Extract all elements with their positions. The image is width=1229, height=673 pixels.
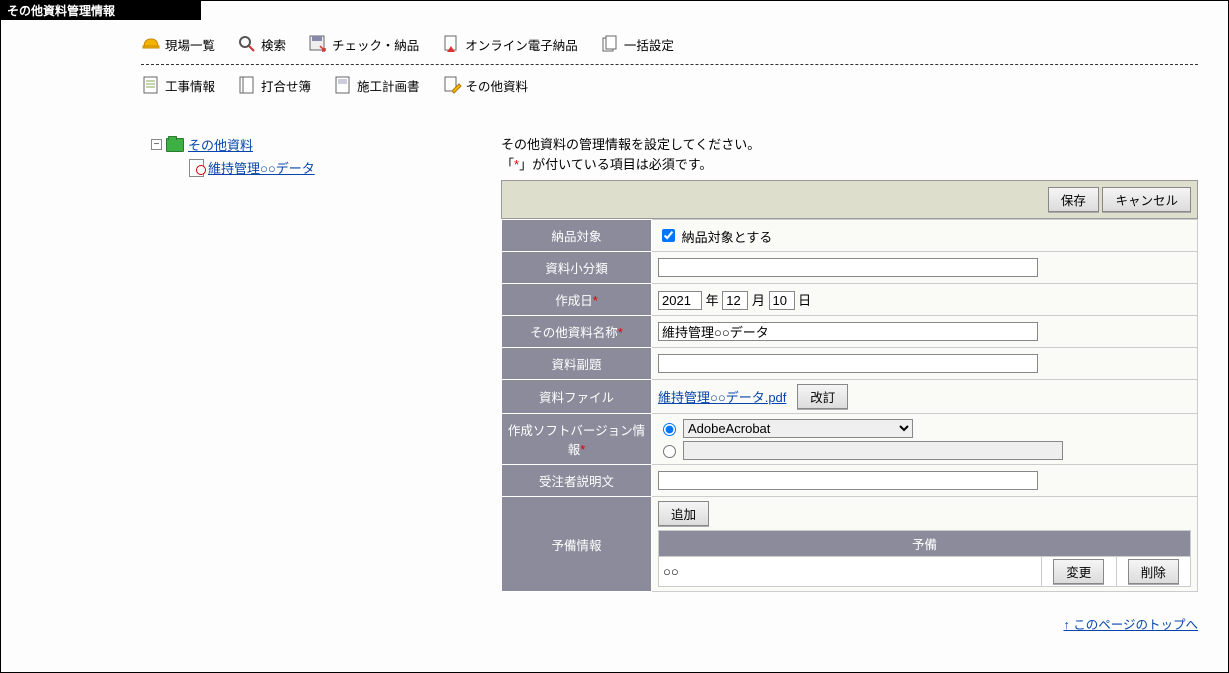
label-subtitle: 資料副題 — [502, 348, 652, 380]
sub-sekou-plan[interactable]: 施工計画書 — [333, 75, 420, 95]
divider — [141, 64, 1198, 65]
doc-pen-icon — [442, 75, 462, 95]
toolbar-online-delivery[interactable]: オンライン電子納品 — [441, 34, 578, 54]
radio-soft-select[interactable] — [663, 423, 676, 436]
revise-button[interactable]: 改訂 — [797, 384, 848, 409]
save-button[interactable]: 保存 — [1048, 187, 1099, 212]
label-docname: その他資料名称* — [502, 316, 652, 348]
reserve-value: ○○ — [659, 557, 1042, 587]
input-subclass[interactable] — [658, 258, 1038, 277]
input-year[interactable] — [658, 291, 702, 310]
checkbox-noukin-label: 納品対象とする — [682, 230, 773, 245]
checkbox-noukin[interactable] — [662, 229, 675, 242]
toolbar-check-delivery[interactable]: チェック・納品 — [308, 34, 419, 54]
toolbar-search[interactable]: 検索 — [237, 34, 286, 54]
reserve-table: 予備 ○○ 変更 削除 — [658, 530, 1191, 587]
toolbar-site-list[interactable]: 現場一覧 — [141, 34, 215, 54]
reserve-header: 予備 — [659, 531, 1191, 557]
change-button[interactable]: 変更 — [1053, 559, 1104, 584]
table-row: ○○ 変更 削除 — [659, 557, 1191, 587]
input-day[interactable] — [769, 291, 795, 310]
file-link[interactable]: 維持管理○○データ.pdf — [658, 390, 786, 405]
toolbar-batch-settings[interactable]: 一括設定 — [600, 34, 674, 54]
input-docname[interactable] — [658, 322, 1038, 341]
plan-doc-icon — [333, 75, 353, 95]
cancel-button[interactable]: キャンセル — [1102, 187, 1191, 212]
form-instruction: その他資料の管理情報を設定してください。 「*」が付いている項目は必須です。 — [501, 135, 1198, 174]
radio-soft-text[interactable] — [663, 445, 676, 458]
doc-upload-icon — [441, 34, 461, 54]
label-date: 作成日* — [502, 284, 652, 316]
label-noukin: 納品対象 — [502, 220, 652, 252]
disk-arrow-icon — [308, 34, 328, 54]
tree-panel: − その他資料 維持管理○○データ — [141, 135, 461, 633]
label-file: 資料ファイル — [502, 380, 652, 414]
select-software[interactable]: AdobeAcrobat — [683, 419, 913, 438]
toolbar-top: 現場一覧 検索 チェック・納品 オンライン電子納品 — [141, 30, 1198, 58]
delete-button[interactable]: 削除 — [1128, 559, 1179, 584]
input-explanation[interactable] — [658, 471, 1038, 490]
sub-kouji-info[interactable]: 工事情報 — [141, 75, 215, 95]
button-bar: 保存 キャンセル — [501, 180, 1198, 219]
input-subtitle[interactable] — [658, 354, 1038, 373]
toolbar-sub: 工事情報 打合せ簿 施工計画書 その他資料 — [141, 71, 1198, 99]
page-top-area: ↑ このページのトップへ — [501, 614, 1198, 633]
search-icon — [237, 34, 257, 54]
sub-uchiawase[interactable]: 打合せ簿 — [237, 75, 311, 95]
label-software: 作成ソフトバージョン情報* — [502, 414, 652, 465]
helmet-icon — [141, 34, 161, 54]
tree-root-link[interactable]: その他資料 — [188, 135, 253, 154]
folder-icon — [166, 138, 184, 152]
documents-icon — [600, 34, 620, 54]
page-title: その他資料管理情報 — [1, 1, 201, 20]
tree-collapse-toggle[interactable]: − — [151, 139, 162, 150]
doc-lines-icon — [141, 75, 161, 95]
add-button[interactable]: 追加 — [658, 501, 709, 526]
form-panel: その他資料の管理情報を設定してください。 「*」が付いている項目は必須です。 保… — [501, 135, 1198, 633]
label-subclass: 資料小分類 — [502, 252, 652, 284]
notebook-icon — [237, 75, 257, 95]
page-top-link[interactable]: ↑ このページのトップへ — [1064, 618, 1199, 632]
sub-other-docs[interactable]: その他資料 — [442, 75, 529, 95]
form-table: 納品対象 納品対象とする 資料小分類 作成日* — [501, 219, 1198, 592]
label-explanation: 受注者説明文 — [502, 465, 652, 497]
label-reserve: 予備情報 — [502, 497, 652, 592]
input-month[interactable] — [722, 291, 748, 310]
input-software-text[interactable] — [683, 441, 1063, 460]
file-icon — [189, 159, 204, 177]
tree-child-link[interactable]: 維持管理○○データ — [208, 158, 315, 177]
